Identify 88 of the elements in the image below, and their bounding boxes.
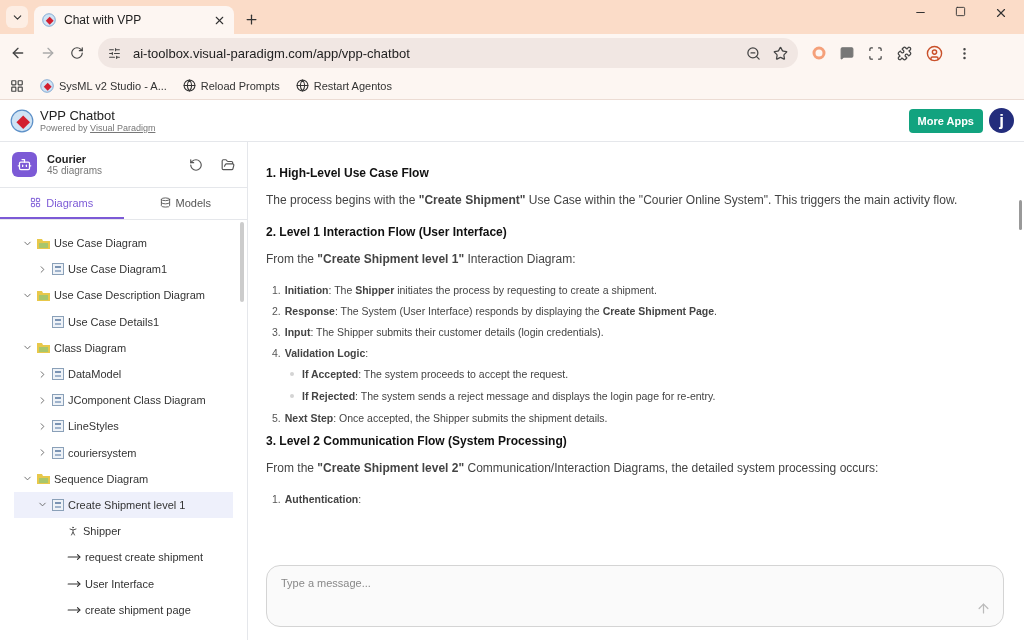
bullet-text: If Rejected: The system sends a reject message and displays the login page for re-entry. [302, 390, 716, 402]
zoom-icon[interactable] [746, 45, 761, 61]
tree-item[interactable]: DataModel [14, 360, 233, 388]
actor-icon [67, 525, 79, 538]
list-number: 2. [272, 305, 281, 317]
list-number: 5. [272, 412, 281, 424]
tree-item[interactable]: Create Shipment level 1 [14, 491, 233, 519]
comment-icon[interactable] [840, 46, 854, 60]
extensions-icon[interactable] [897, 45, 912, 61]
tree-item[interactable]: request create shipment [14, 544, 233, 571]
sidebar-tab[interactable]: Diagrams [0, 188, 124, 219]
diagram-icon [52, 498, 64, 511]
tree-item[interactable]: Sequence Diagram [14, 465, 233, 492]
user-avatar[interactable]: j [989, 108, 1014, 133]
tree-item[interactable]: JComponent Class Diagram [14, 387, 233, 414]
list-item-text: Initiation: The Shipper initiates the process by requesting to create a shipment. [284, 284, 657, 296]
bookmark[interactable]: Reload Prompts [182, 79, 280, 92]
back-icon[interactable] [10, 45, 26, 61]
list-item-text: Input: The Shipper submits their customer details (login credentials). [284, 326, 604, 338]
powered-by-text: Powered by Visual Paradigm [40, 123, 156, 133]
diagram-icon [52, 263, 64, 276]
list-item-text: Next Step: Once accepted, the Shipper submits the shipment details. [284, 412, 608, 424]
paragraph: The process begins with the "Create Shipment" Use Case within the "Courier Online System". This triggers the main activity flow. [266, 193, 958, 207]
folder-icon [37, 289, 50, 301]
app-title: VPP Chatbot [40, 108, 116, 123]
section-heading: 1. High-Level Use Case Flow [266, 166, 430, 180]
diagram-icon [52, 315, 64, 328]
logo-icon [42, 13, 56, 27]
refresh-icon[interactable] [189, 157, 203, 172]
tree-item[interactable]: Use Case Description Diagram [14, 282, 233, 309]
bookmark[interactable]: SysML v2 Studio - A... [40, 78, 167, 93]
list-number: 1. [272, 284, 281, 296]
tree-item[interactable]: User Interface [14, 570, 233, 597]
new-tab-icon[interactable] [244, 12, 259, 27]
star-icon[interactable] [773, 45, 788, 61]
link[interactable]: Visual Paradigm [90, 123, 156, 133]
logo-icon [40, 78, 54, 93]
tree-item[interactable]: Use Case Diagram [14, 230, 233, 257]
bullet-icon [290, 394, 294, 398]
message-field[interactable]: Type a message... [279, 576, 991, 590]
diagram-icon [52, 446, 64, 459]
paragraph: From the "Create Shipment level 2" Communication/Interaction Diagrams, the detailed system processing occurs: [266, 461, 879, 475]
bullet-text: If Accepted: The system proceeds to accept the request. [302, 368, 569, 380]
list-number: 3. [272, 326, 281, 338]
diagram-icon [52, 394, 64, 407]
globe-icon [182, 79, 196, 92]
tree-item[interactable]: couriersystem [14, 439, 233, 466]
project-name: Courier [47, 153, 88, 165]
list-item-text: Validation Logic: [284, 347, 369, 359]
maximize-icon[interactable] [955, 5, 966, 17]
address-bar[interactable]: ai-toolbox.visual-paradigm.com/app/vpp-chatbot [98, 38, 798, 68]
list-item-text: Response: The System (User Interface) responds by displaying the Create Shipment Page. [284, 305, 717, 317]
tree-item[interactable]: LineStyles [14, 413, 233, 440]
tree-item[interactable]: Class Diagram [14, 334, 233, 361]
section-heading: 3. Level 2 Communication Flow (System Processing) [266, 434, 568, 448]
folder-open-icon[interactable] [221, 157, 235, 172]
bullet-icon [290, 372, 294, 376]
grid-icon [30, 197, 42, 208]
site-settings-icon[interactable] [108, 46, 121, 60]
folder-icon [37, 342, 50, 354]
list-number: 1. [272, 493, 281, 505]
tab-list-button[interactable] [6, 6, 28, 28]
diagram-icon [52, 420, 64, 433]
paragraph: From the "Create Shipment level 1" Interaction Diagram: [266, 252, 576, 266]
tree-item[interactable]: Use Case Details1 [14, 308, 233, 335]
list-number: 4. [272, 347, 281, 359]
tree-item[interactable]: create shipment page [14, 596, 233, 623]
profile-icon[interactable] [926, 44, 943, 62]
scrollbar-thumb[interactable] [1019, 200, 1022, 230]
sidebar-tab[interactable]: Models [123, 188, 247, 219]
scrollbar-thumb[interactable] [240, 222, 244, 302]
bot-icon [12, 152, 37, 177]
tree-item[interactable]: Use Case Diagram1 [14, 256, 233, 283]
tree-item[interactable]: Shipper [14, 518, 233, 545]
globe-icon [295, 79, 309, 92]
list-item-text: Authentication: [284, 493, 362, 505]
database-icon [159, 197, 171, 208]
bookmark[interactable]: Restart Agentos [295, 79, 392, 92]
logo-icon [10, 108, 34, 133]
reload-icon[interactable] [70, 46, 84, 60]
folder-icon [37, 473, 50, 485]
screenshot-icon[interactable] [868, 45, 883, 61]
apps-icon[interactable] [10, 78, 24, 93]
section-heading: 2. Level 1 Interaction Flow (User Interface) [266, 225, 508, 239]
browser-tab[interactable]: Chat with VPP [34, 6, 234, 34]
diagram-icon [52, 368, 64, 381]
folder-icon [37, 237, 50, 249]
diagram-count: 45 diagrams [47, 165, 104, 176]
